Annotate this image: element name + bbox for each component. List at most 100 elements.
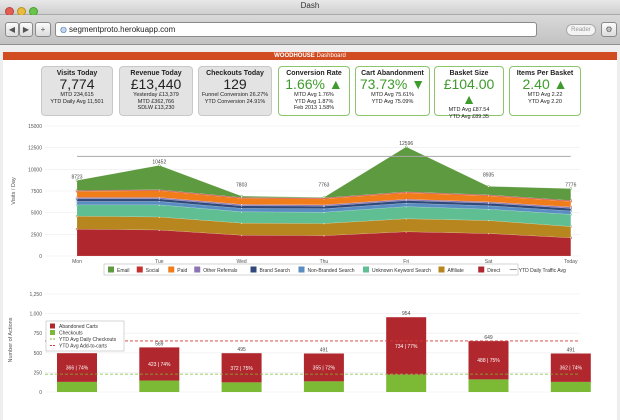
legend-swatch	[194, 266, 201, 273]
y-tick-label: 10000	[28, 167, 42, 173]
banner-title: Dashboard	[316, 53, 346, 59]
legend-swatch	[50, 330, 55, 335]
up-arrow-icon: ▲	[462, 91, 476, 107]
window-title: Dash	[300, 1, 320, 10]
kpi-sub: YTD Daily Avg 11,501	[50, 98, 104, 105]
window-titlebar: Dash	[0, 0, 620, 16]
y-tick-label: 2500	[31, 232, 42, 238]
total-label: 495	[237, 347, 246, 353]
total-label: 569	[155, 341, 164, 347]
browser-toolbar: ◀ ▶ + ◍ segmentproto.herokuapp.com Reader…	[0, 15, 620, 45]
kpi-sub: YTD Conversion 24.91%	[204, 98, 266, 105]
kpi-value: 129	[223, 76, 247, 92]
kpi-value: £13,440	[130, 76, 182, 92]
y-axis-label: Visits / Day	[11, 177, 17, 205]
y-tick-label: 1,000	[29, 312, 42, 318]
brand-logo: WOODHOUSE	[274, 53, 315, 59]
settings-button[interactable]: ⚙	[601, 22, 617, 37]
gear-icon: ⚙	[605, 25, 613, 34]
chart-legend: Email Social Paid Other Referrals Brand Sear…	[103, 263, 566, 276]
kpi-sub: Feb 2013 1.58%	[293, 105, 335, 111]
data-point	[487, 185, 490, 188]
total-label: 10452	[152, 159, 166, 165]
bar-data-label: 355 | 72%	[313, 365, 336, 371]
url-text: segmentproto.herokuapp.com	[69, 25, 176, 34]
legend-label: Brand Search	[260, 268, 291, 274]
legend-label: Affiliate	[448, 268, 465, 274]
data-point	[322, 196, 326, 199]
legend-label: Checkouts	[59, 331, 83, 337]
y-tick-label: 12500	[28, 146, 42, 152]
data-point	[240, 194, 243, 198]
actions-bar-chart: 0 250 500 750 1,000 1,250 Number of Actions 366…	[8, 292, 591, 396]
bar-data-label: 423 | 74%	[148, 362, 171, 368]
legend-label: Email	[117, 268, 130, 274]
y-tick-label: 0	[39, 254, 42, 260]
total-label: 7763	[318, 183, 329, 189]
legend-label: YTD Daily Traffic Avg	[519, 268, 566, 274]
y-tick-label: 500	[34, 351, 43, 357]
y-axis-label: Number of Actions	[8, 317, 14, 362]
chart-legend: Abandoned CartsCheckoutsYTD Avg Daily Ch…	[45, 320, 125, 352]
total-label: 8935	[483, 173, 494, 179]
legend-swatch	[478, 266, 485, 273]
bar-data-label: 366 | 74%	[66, 366, 89, 372]
total-label: 8723	[71, 174, 82, 180]
checkouts-bar	[386, 374, 427, 392]
legend-swatch	[108, 266, 114, 273]
legend-swatch	[298, 266, 305, 273]
back-button[interactable]: ◀	[5, 22, 19, 37]
new-tab-button[interactable]: +	[35, 22, 51, 37]
legend-label: YTD Avg Daily Checkouts	[59, 337, 117, 343]
legend-label: Abandoned Carts	[59, 324, 98, 330]
traffic-area-chart: 0 2500 5000 7500 10000 12500 15000 Visits / Day…	[11, 124, 580, 276]
bar-data-label: 362 | 74%	[560, 366, 583, 372]
legend-swatch	[250, 266, 257, 273]
bar-data-label: 372 | 75%	[230, 366, 253, 372]
legend-swatch	[363, 266, 369, 273]
forward-button[interactable]: ▶	[19, 22, 33, 37]
legend-label: Direct	[487, 268, 501, 274]
legend-label: Unknown Keyword Search	[372, 268, 431, 274]
kpi-sub: SDLW £13,230	[137, 105, 175, 111]
y-tick-label: 0	[39, 390, 42, 396]
legend-label: Other Referrals	[203, 268, 238, 274]
kpi-sub: YTD Avg 2.20	[528, 98, 562, 105]
legend-label: YTD Avg Add-to-carts	[59, 344, 107, 350]
kpi-value: 2.40	[522, 76, 550, 92]
kpi-cart-abandonment: Cart Abandonment 73.73% ▼ MTD Avg 75.61%…	[355, 66, 430, 116]
kpi-value: 73.73%	[359, 76, 408, 92]
kpi-value: £104.00	[443, 76, 495, 92]
dashboard-banner: WOODHOUSE Dashboard	[3, 52, 617, 60]
down-arrow-icon: ▼	[411, 76, 426, 92]
checkouts-bar	[221, 382, 262, 392]
kpi-checkouts-today: Checkouts Today 129 Funnel Conversion 26…	[198, 66, 272, 116]
address-bar[interactable]: ◍ segmentproto.herokuapp.com	[55, 22, 537, 37]
legend-swatch	[50, 323, 55, 329]
checkouts-bar	[139, 380, 180, 392]
reader-button[interactable]: Reader	[566, 24, 596, 36]
total-label: 7803	[236, 182, 247, 188]
checkouts-bar	[57, 381, 97, 392]
y-tick-label: 15000	[28, 124, 42, 130]
total-label: 7776	[565, 183, 576, 189]
legend-swatch	[168, 266, 175, 273]
kpi-sub: YTD Avg 75.09%	[371, 98, 414, 105]
checkouts-bar	[550, 381, 591, 392]
total-label: 491	[320, 348, 329, 354]
up-arrow-icon: ▲	[553, 76, 568, 92]
checkouts-bar	[303, 381, 344, 392]
total-label: 954	[402, 311, 411, 317]
y-tick-label: 250	[34, 370, 43, 376]
total-label: 12596	[399, 141, 413, 147]
total-label: 649	[484, 335, 493, 341]
legend-label: Social	[146, 268, 160, 274]
bar-data-label: 488 | 75%	[477, 358, 500, 364]
kpi-revenue-today: Revenue Today £13,440 Yesterday £13,379 …	[119, 66, 193, 116]
x-tick-label: Today	[564, 259, 578, 265]
x-tick-label: Mon	[72, 259, 82, 265]
kpi-visits-today: Visits Today 7,774 MTD 234,615 YTD Daily…	[41, 66, 113, 116]
legend-swatch	[438, 266, 445, 273]
total-label: 491	[567, 348, 576, 354]
globe-icon: ◍	[60, 25, 67, 34]
